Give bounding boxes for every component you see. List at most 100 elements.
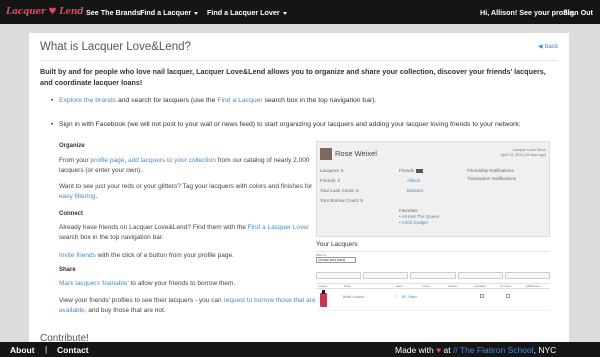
stat-lacquers: Lacquers: 5 — [320, 168, 344, 173]
footer: About | Contact Made with ♥ at // The Fl… — [0, 342, 600, 357]
stat-loan: Your Loan Count: 6 — [320, 188, 359, 193]
col-header: Lacquer — [318, 285, 328, 288]
profile-page-link[interactable]: profile page — [90, 157, 124, 164]
share-p2a: View your friends' profiles to see their… — [59, 297, 224, 304]
nav-find-lacquer-dropdown[interactable]: Find a Lacquer — [140, 8, 199, 17]
nav-profile-link[interactable]: Hi, Allison! See your profile. — [480, 8, 576, 17]
col-header: Brand — [344, 285, 351, 288]
nav-see-brands[interactable]: See The Brands! — [86, 8, 143, 17]
connect-p2b: with the click of a button from your pro… — [95, 252, 234, 259]
logo-text: Lacquer ♥ Lend — [6, 7, 84, 17]
share-p2: View your friends' profiles to see their… — [59, 296, 319, 316]
organize-p1a: From your — [59, 157, 91, 164]
friend-1[interactable]: Allison — [407, 178, 420, 183]
friend-2[interactable]: Barbara — [407, 188, 423, 193]
find-lover-link[interactable]: Find a Lacquer Lover — [248, 224, 309, 231]
footer-contact-link[interactable]: Contact — [57, 345, 89, 355]
filter-button[interactable] — [504, 272, 551, 279]
brand-select[interactable]: Choose your brand — [316, 257, 356, 263]
onloan-checkbox[interactable] — [506, 294, 510, 298]
profile-name: Rose Weixel — [335, 149, 377, 158]
filter-button[interactable] — [410, 272, 456, 279]
add-lacquers-link[interactable]: add lacquers to your collection — [128, 157, 216, 164]
logo[interactable]: Lacquer ♥ Lend — [6, 6, 84, 18]
profile-screenshot: Rose Weixel Lacquer Lover Since April 13,… — [316, 141, 551, 341]
easy-filtering-link[interactable]: easy filtering — [59, 193, 96, 200]
made-with-text: Made with — [395, 345, 437, 355]
col-header: Colors — [422, 285, 430, 288]
footer-about-link[interactable]: About — [10, 345, 35, 355]
chevron-down-icon — [194, 11, 199, 15]
col-header: On Loan? — [500, 285, 512, 288]
nav-signout[interactable]: Sign Out — [563, 8, 593, 17]
connect-p1: Already have friends on Lacquer Love&Len… — [59, 223, 319, 243]
bullet-dot: • — [51, 121, 54, 128]
transaction-notifications[interactable]: Transaction Notifications — [467, 176, 516, 181]
organize-p2: Want to see just your reds or your glitt… — [59, 182, 319, 202]
mark-loanable-link[interactable]: Mark lacquers 'loanable' — [59, 280, 129, 287]
at-text: at — [441, 345, 453, 355]
share-p1: Mark lacquers 'loanable' to allow your f… — [59, 279, 319, 289]
filter-button[interactable] — [316, 272, 362, 279]
flatiron-school-link[interactable]: // The Flatiron School — [453, 345, 534, 355]
favorite-2[interactable]: • Artful Dodger — [399, 220, 428, 225]
bullet-signin: • Sign in with Facebook (we will not pos… — [51, 120, 559, 130]
lacquer-bottle-image — [320, 290, 327, 307]
share-p2b: , and buy those that are not. — [84, 307, 166, 314]
organize-p2b: . — [95, 193, 98, 200]
row-name[interactable]: BG Fallen — [402, 295, 417, 299]
page-title: What is Lacquer Love&Lend? — [40, 41, 191, 53]
share-p1b: to allow your friends to borrow them. — [128, 280, 236, 287]
share-heading: Share — [59, 267, 76, 273]
col-header: Edit/Remove — [526, 285, 541, 288]
nav-find-lover-dropdown[interactable]: Find a Lacquer Lover — [207, 8, 287, 17]
bullet1-text2: search box in the top navigation bar). — [262, 97, 377, 104]
avatar — [320, 148, 332, 160]
col-header: Name — [396, 285, 403, 288]
top-navbar: Lacquer ♥ Lend See The Brands! Find a La… — [0, 0, 600, 24]
back-link[interactable]: ◀ back — [538, 43, 558, 50]
friends-tag — [416, 168, 423, 173]
profile-meta: Lacquer Lover Since April 13, 2015 (18 da… — [496, 148, 546, 158]
find-lacquer-link[interactable]: Find a Lacquer — [217, 97, 262, 104]
organize-p2a: Want to see just your reds or your glitt… — [59, 183, 313, 190]
connect-p2: Invite friends with the click of a butto… — [59, 251, 319, 261]
bullet-explore: • Explore the brands and search for lacq… — [51, 96, 559, 106]
heart-icon[interactable]: ♡ — [394, 294, 398, 300]
row-brand[interactable]: Bullet London — [343, 295, 364, 299]
your-lacquers-title: Your Lacquers — [316, 241, 358, 248]
nav-find-lacquer-label: Find a Lacquer — [140, 8, 192, 17]
favorite-1[interactable]: • All Hail The Queen — [399, 214, 439, 219]
invite-friends-link[interactable]: Invite friends — [59, 252, 96, 259]
city-text: , NYC — [533, 345, 557, 355]
bullet2-text: Sign in with Facebook (we will not post … — [59, 121, 521, 128]
organize-heading: Organize — [59, 143, 85, 149]
col-header: Finishes — [448, 285, 458, 288]
filter-button[interactable] — [457, 272, 503, 279]
connect-p1a: Already have friends on Lacquer Love&Len… — [59, 224, 248, 231]
filter-button[interactable] — [363, 272, 409, 279]
footer-credit: Made with ♥ at // The Flatiron School, N… — [395, 345, 556, 355]
bullet-dot: • — [51, 97, 54, 104]
loanable-checkbox[interactable] — [480, 294, 484, 298]
arrow-left-icon: ◀ — [538, 44, 543, 50]
filter-buttons — [316, 272, 551, 279]
divider — [316, 251, 550, 252]
table-row: Bullet London ♡ BG Fallen — [316, 290, 550, 311]
lacquer-table-header: Lacquer Brand Name Colors Finishes Loana… — [316, 283, 550, 289]
back-label: back — [544, 43, 559, 50]
divider — [40, 60, 558, 61]
explore-brands-link[interactable]: Explore the brands — [59, 97, 116, 104]
connect-p1b: search box in the top navigation bar. — [59, 234, 164, 241]
friends-label-text: Friends — [399, 168, 415, 173]
bullet1-text1: and search for lacquers (use the — [116, 97, 218, 104]
chevron-down-icon — [282, 11, 287, 15]
stat-borrow: Your Borrow Count: 5 — [320, 198, 363, 203]
profile-card: Rose Weixel Lacquer Lover Since April 13,… — [316, 141, 550, 237]
intro-text: Built by and for people who love nail la… — [40, 67, 546, 87]
friendship-notifications[interactable]: Friendship Notifications — [467, 168, 514, 173]
col-header — [368, 284, 394, 288]
meta-line2: April 13, 2015 (18 days ago) — [500, 153, 546, 157]
connect-heading: Connect — [59, 211, 83, 217]
col-header: Loanable? — [474, 285, 487, 288]
